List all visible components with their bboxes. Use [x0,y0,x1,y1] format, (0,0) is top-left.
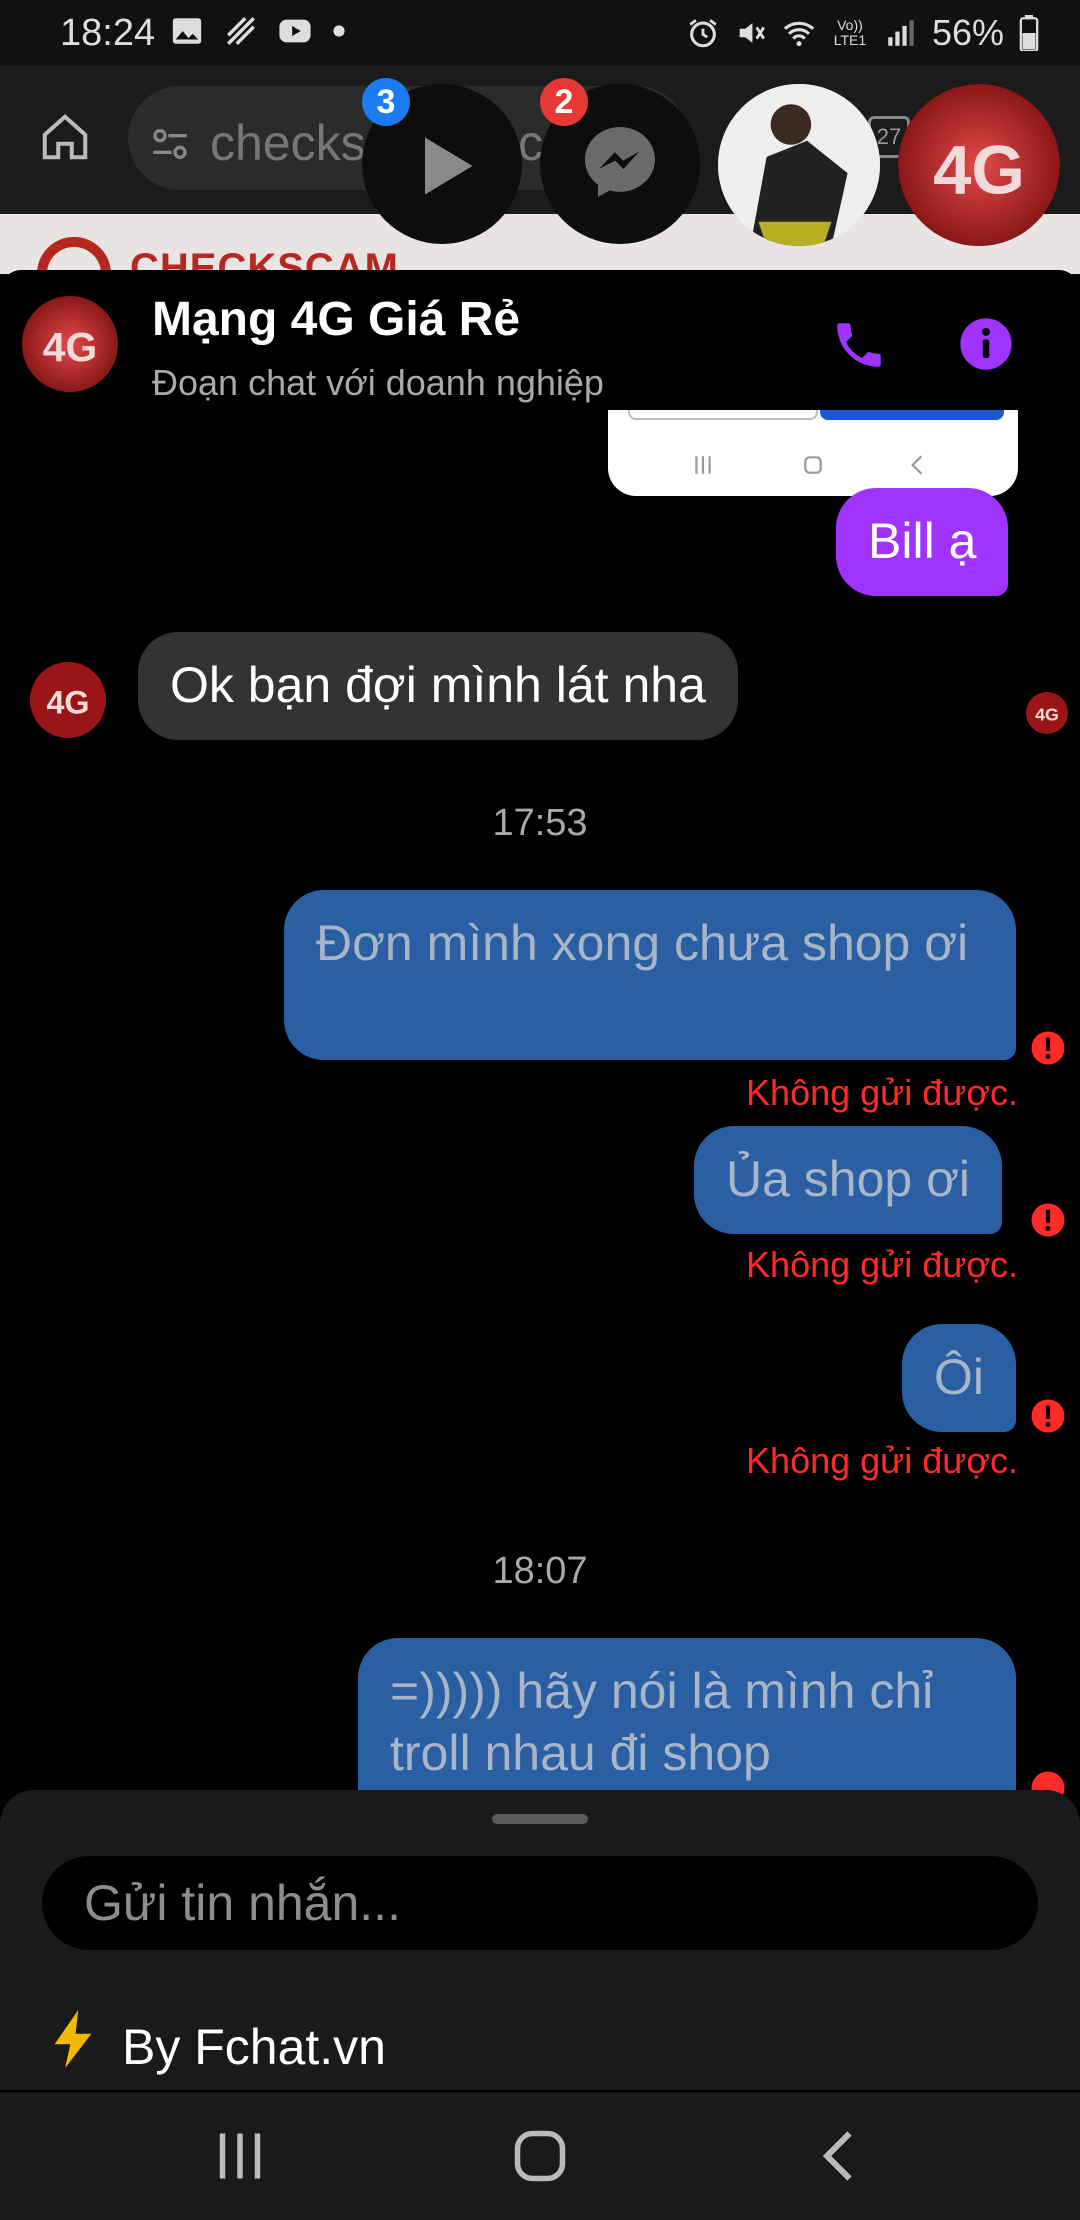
message-failed-ua[interactable]: Ủa shop ơi [694,1126,1003,1234]
site-settings-icon[interactable] [150,124,190,164]
failed-label: Không gửi được. [746,1072,1018,1113]
youtube-icon [279,19,311,43]
chathead-4g[interactable]: 4G [898,84,1060,246]
volte-lte-icon: Vo)) LTE1 [833,17,867,48]
play-icon [425,137,473,195]
message-input[interactable] [42,1856,1038,1950]
error-icon[interactable] [1030,1398,1066,1434]
chat-subtitle: Đoạn chat với doanh nghiệp [152,362,604,403]
message-received-ok[interactable]: Ok bạn đợi mình lát nha [138,632,738,740]
failed-label: Không gửi được. [746,1440,1018,1481]
screenshot-button-outline [628,410,818,420]
battery-level: 56% [931,12,1004,53]
screenshot-back-icon [911,455,923,475]
notification-icons [170,14,346,48]
timestamp-1807: 18:07 [492,1550,588,1592]
signal-icon [888,20,914,46]
gallery-icon [172,18,202,44]
message-failed-oi[interactable]: Ôi [902,1324,1016,1432]
message-list[interactable]: Bill ạ 4G Ok bạn đợi mình lát nha 4G 17:… [0,270,1080,1838]
battery-icon [1019,15,1039,51]
phone-icon[interactable] [830,316,888,374]
messenger-icon [585,127,655,197]
svg-text:4G: 4G [933,131,1025,208]
wifi-icon [783,21,815,47]
drag-handle[interactable] [492,1814,588,1824]
status-time: 18:24 [60,12,156,54]
sender-avatar-icon: 4G [30,662,106,738]
home-icon[interactable] [510,2126,570,2186]
chat-panel: Bill ạ 4G Ok bạn đợi mình lát nha 4G 17:… [0,270,1080,2212]
message-composer: By Fchat.vn [0,1790,1080,2090]
message-failed-order[interactable]: Đơn mình xong chưa shop ơi [284,890,1016,1060]
screenshot-recent-icon [695,456,711,474]
error-icon[interactable] [1030,1030,1066,1066]
home-icon[interactable] [38,110,92,164]
svg-text:4G: 4G [1035,704,1059,724]
failed-label: Không gửi được. [746,1244,1018,1285]
brand-4g-icon: 4G [898,84,1060,246]
shared-screenshot-image[interactable] [608,410,1018,496]
timestamp-1753: 17:53 [492,802,588,844]
system-nav-bar [0,2092,1080,2220]
powered-by-label[interactable]: By Fchat.vn [122,2018,386,2076]
url-text: checks [210,115,366,171]
mute-icon [739,23,765,43]
status-bar: 18:24 Vo)) LTE1 56% [0,0,1080,66]
message-sent-bill[interactable]: Bill ạ [836,488,1009,596]
site-logo-icon [37,237,111,274]
back-icon[interactable] [812,2126,872,2186]
badge-play: 3 [362,78,410,126]
chathead-contact-photo[interactable] [718,84,880,246]
chat-header: 4G Mạng 4G Giá Rẻ Đoạn chat với doanh ng… [0,270,1080,410]
contact-photo-icon [718,84,880,246]
svg-text:4G: 4G [46,684,89,720]
info-icon[interactable] [958,316,1014,372]
dot-icon [333,25,345,37]
badge-messenger: 2 [540,78,588,126]
alarm-icon [689,19,717,48]
screenshot-home-icon [804,456,822,474]
system-icons: Vo)) LTE1 56% [686,12,1040,54]
lightning-icon [54,2010,92,2068]
svg-text:4G: 4G [43,324,97,370]
business-avatar-icon[interactable]: 4G [22,296,118,392]
pattern-icon [227,17,255,45]
screenshot-button-filled [820,410,1004,420]
recent-apps-icon[interactable] [210,2126,270,2186]
seen-avatar-icon: 4G [1026,692,1068,734]
chat-title[interactable]: Mạng 4G Giá Rẻ [152,292,520,347]
error-icon[interactable] [1030,1202,1066,1238]
